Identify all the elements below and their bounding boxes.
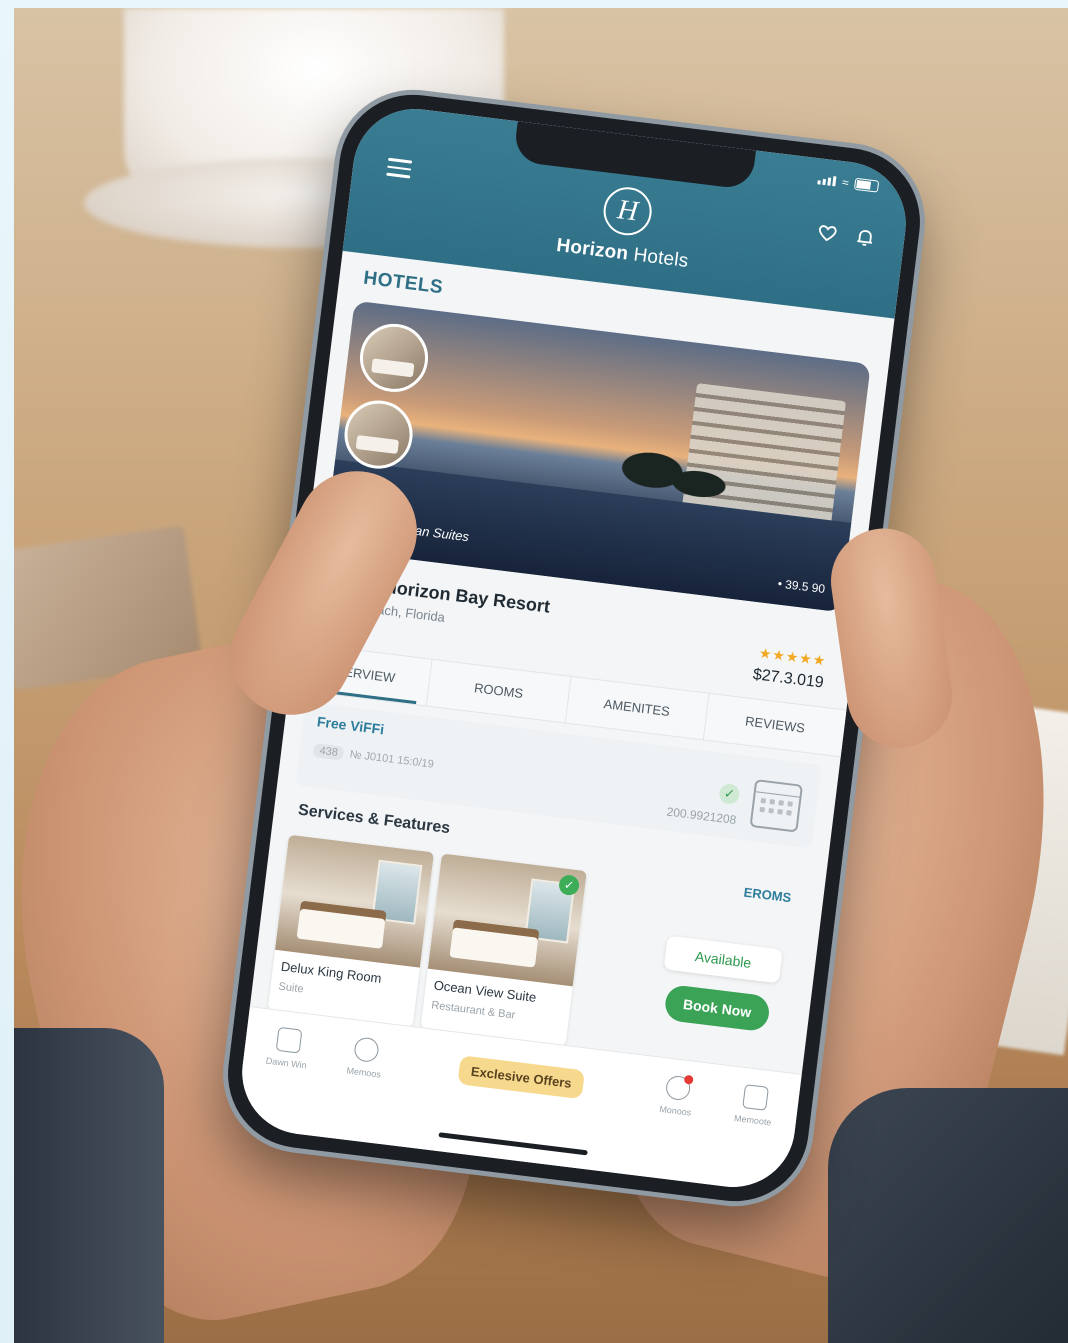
tab-rooms[interactable]: ROOMS [427,659,571,723]
clock-icon [353,1036,380,1064]
room-image [274,834,435,968]
room-subtitle: Suite [277,980,305,996]
menu-icon[interactable] [386,157,413,179]
home-icon [275,1026,303,1054]
room-image [427,853,587,987]
brand-bold: Horizon [555,234,630,265]
background-scene: ≈ H Horizon Hotels HOTELS Suites • 39.5 … [14,8,1068,1343]
services-title: Services & Features [297,801,452,838]
home-indicator[interactable] [438,1132,588,1156]
battery-icon [853,177,880,193]
room-thumbnail[interactable] [356,320,432,396]
right-sleeve [828,1088,1068,1343]
rooms-link[interactable]: EROMS [743,885,792,906]
room-card[interactable]: Delux King Room Suite [267,834,435,1028]
exclusive-offers-button[interactable]: Exclesive Offers [457,1055,586,1100]
left-sleeve [14,1028,164,1343]
wifi-code: 200.9921208 [665,804,738,828]
nav-label: Dawn Win [265,1055,308,1071]
star-rating: ★★★★★ [758,644,828,669]
section-title: HOTELS [362,267,445,299]
notification-bell-icon[interactable] [853,225,878,250]
nav-item-notifications[interactable]: Monoos [640,1072,714,1120]
available-badge[interactable]: Available [663,935,783,984]
bag-icon [742,1084,769,1111]
bell-icon [664,1074,694,1102]
wifi-chip: 438 [312,743,345,761]
notification-dot [683,1074,694,1085]
logo-icon: H [600,184,655,239]
signal-icon [817,174,837,187]
nav-item-memoos[interactable]: Memoos [328,1034,402,1082]
room-subtitle: Restaurant & Bar [430,999,516,1022]
nav-item-home[interactable]: Dawn Win [251,1024,325,1072]
nav-label: Monoos [658,1103,692,1118]
nav-item-memoote[interactable]: Memoote [717,1081,791,1129]
tab-reviews[interactable]: REVIEWS [704,694,847,757]
brand-light: Hotels [632,244,690,272]
book-now-button[interactable]: Book Now [663,983,771,1033]
tab-amenities[interactable]: AMENITES [565,676,710,740]
wifi-icon: ≈ [841,175,850,190]
room-card[interactable]: ✓ Ocean View Suite Restaurant & Bar [420,853,587,1046]
check-icon: ✓ [718,782,741,806]
nav-label: Memoote [733,1113,773,1128]
calendar-icon[interactable] [749,779,804,833]
wifi-title: Free ViFFi [316,713,386,738]
heart-icon[interactable] [815,221,840,246]
hotel-price: $27.3.019 [751,666,825,692]
nav-label: Memoos [345,1065,382,1080]
wifi-meta: 438 № J0101 15:0/19 [312,743,435,772]
wifi-meta-text: № J0101 15:0/19 [348,748,435,771]
